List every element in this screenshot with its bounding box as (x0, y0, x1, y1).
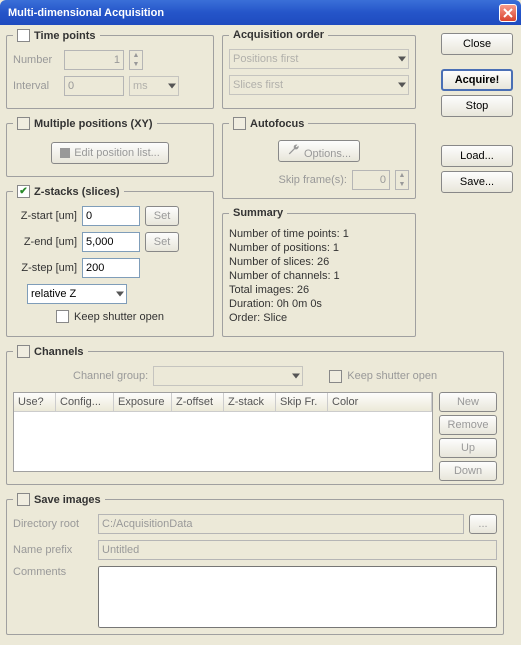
channel-group-select[interactable] (153, 366, 303, 386)
zend-label: Z-end [um] (13, 236, 77, 248)
comments-label: Comments (13, 566, 93, 578)
zstacks-group: Z-stacks (slices) Z-start [um] Set Z-end… (6, 185, 214, 337)
autofocus-group: Autofocus Options... Skip frame(s): ▲▼ (222, 117, 416, 199)
browse-button[interactable]: ... (469, 514, 497, 534)
acquire-button[interactable]: Acquire! (441, 69, 513, 91)
channels-keep-shutter-label: Keep shutter open (347, 370, 437, 382)
save-images-group: Save images Directory root ... Name pref… (6, 493, 504, 635)
timepoints-group: Time points Number ▲▼ Interval ms (6, 29, 214, 109)
col-color[interactable]: Color (328, 393, 432, 411)
col-use[interactable]: Use? (14, 393, 56, 411)
save-images-checkbox[interactable] (17, 493, 30, 506)
skip-frames-spinner[interactable]: ▲▼ (395, 170, 409, 190)
titlebar: Multi-dimensional Acquisition (0, 0, 521, 25)
skip-frames-label: Skip frame(s): (279, 174, 347, 186)
save-button[interactable]: Save... (441, 171, 513, 193)
number-input[interactable] (64, 50, 124, 70)
acquisition-order-group: Acquisition order Positions first Slices… (222, 29, 416, 109)
channels-table[interactable]: Use? Config... Exposure Z-offset Z-stack… (13, 392, 433, 472)
channel-down-button[interactable]: Down (439, 461, 497, 481)
zstart-set-button[interactable]: Set (145, 206, 179, 226)
summary-group: Summary Number of time points: 1 Number … (222, 207, 416, 337)
channel-up-button[interactable]: Up (439, 438, 497, 458)
summary-text: Number of time points: 1 Number of posit… (229, 227, 409, 325)
order-select-2[interactable]: Slices first (229, 75, 409, 95)
number-label: Number (13, 54, 59, 66)
zstacks-checkbox[interactable] (17, 185, 30, 198)
stop-button[interactable]: Stop (441, 95, 513, 117)
list-icon (60, 148, 70, 158)
prefix-input[interactable] (98, 540, 497, 560)
col-skipfr[interactable]: Skip Fr. (276, 393, 328, 411)
z-keep-shutter-checkbox[interactable] (56, 310, 69, 323)
order-select-1[interactable]: Positions first (229, 49, 409, 69)
edit-position-button[interactable]: Edit position list... (51, 142, 169, 164)
timepoints-checkbox[interactable] (17, 29, 30, 42)
channel-remove-button[interactable]: Remove (439, 415, 497, 435)
col-zoffset[interactable]: Z-offset (172, 393, 224, 411)
channels-checkbox[interactable] (17, 345, 30, 358)
positions-checkbox[interactable] (17, 117, 30, 130)
col-config[interactable]: Config... (56, 393, 114, 411)
channel-new-button[interactable]: New (439, 392, 497, 412)
number-spinner[interactable]: ▲▼ (129, 50, 143, 70)
channel-group-label: Channel group: (73, 370, 148, 382)
zstep-input[interactable] (82, 258, 140, 278)
window-title: Multi-dimensional Acquisition (8, 7, 499, 19)
zend-input[interactable] (82, 232, 140, 252)
z-mode-select[interactable]: relative Z (27, 284, 127, 304)
close-button[interactable]: Close (441, 33, 513, 55)
positions-group: Multiple positions (XY) Edit position li… (6, 117, 214, 177)
close-icon[interactable] (499, 4, 517, 22)
interval-unit-select[interactable]: ms (129, 76, 179, 96)
col-zstack[interactable]: Z-stack (224, 393, 276, 411)
zend-set-button[interactable]: Set (145, 232, 179, 252)
interval-input[interactable] (64, 76, 124, 96)
skip-frames-input[interactable] (352, 170, 390, 190)
col-exposure[interactable]: Exposure (114, 393, 172, 411)
channels-group: Channels Channel group: Keep shutter ope… (6, 345, 504, 485)
load-button[interactable]: Load... (441, 145, 513, 167)
autofocus-checkbox[interactable] (233, 117, 246, 130)
directory-input[interactable] (98, 514, 464, 534)
z-keep-shutter-label: Keep shutter open (74, 311, 164, 323)
autofocus-options-button[interactable]: Options... (278, 140, 360, 162)
zstart-input[interactable] (82, 206, 140, 226)
comments-input[interactable] (98, 566, 497, 628)
directory-label: Directory root (13, 518, 93, 530)
side-buttons: Close Acquire! Stop Load... Save... (441, 33, 513, 193)
interval-label: Interval (13, 80, 59, 92)
zstep-label: Z-step [um] (13, 262, 77, 274)
wrench-icon (287, 143, 301, 157)
prefix-label: Name prefix (13, 544, 93, 556)
channels-keep-shutter-checkbox[interactable] (329, 370, 342, 383)
zstart-label: Z-start [um] (13, 210, 77, 222)
